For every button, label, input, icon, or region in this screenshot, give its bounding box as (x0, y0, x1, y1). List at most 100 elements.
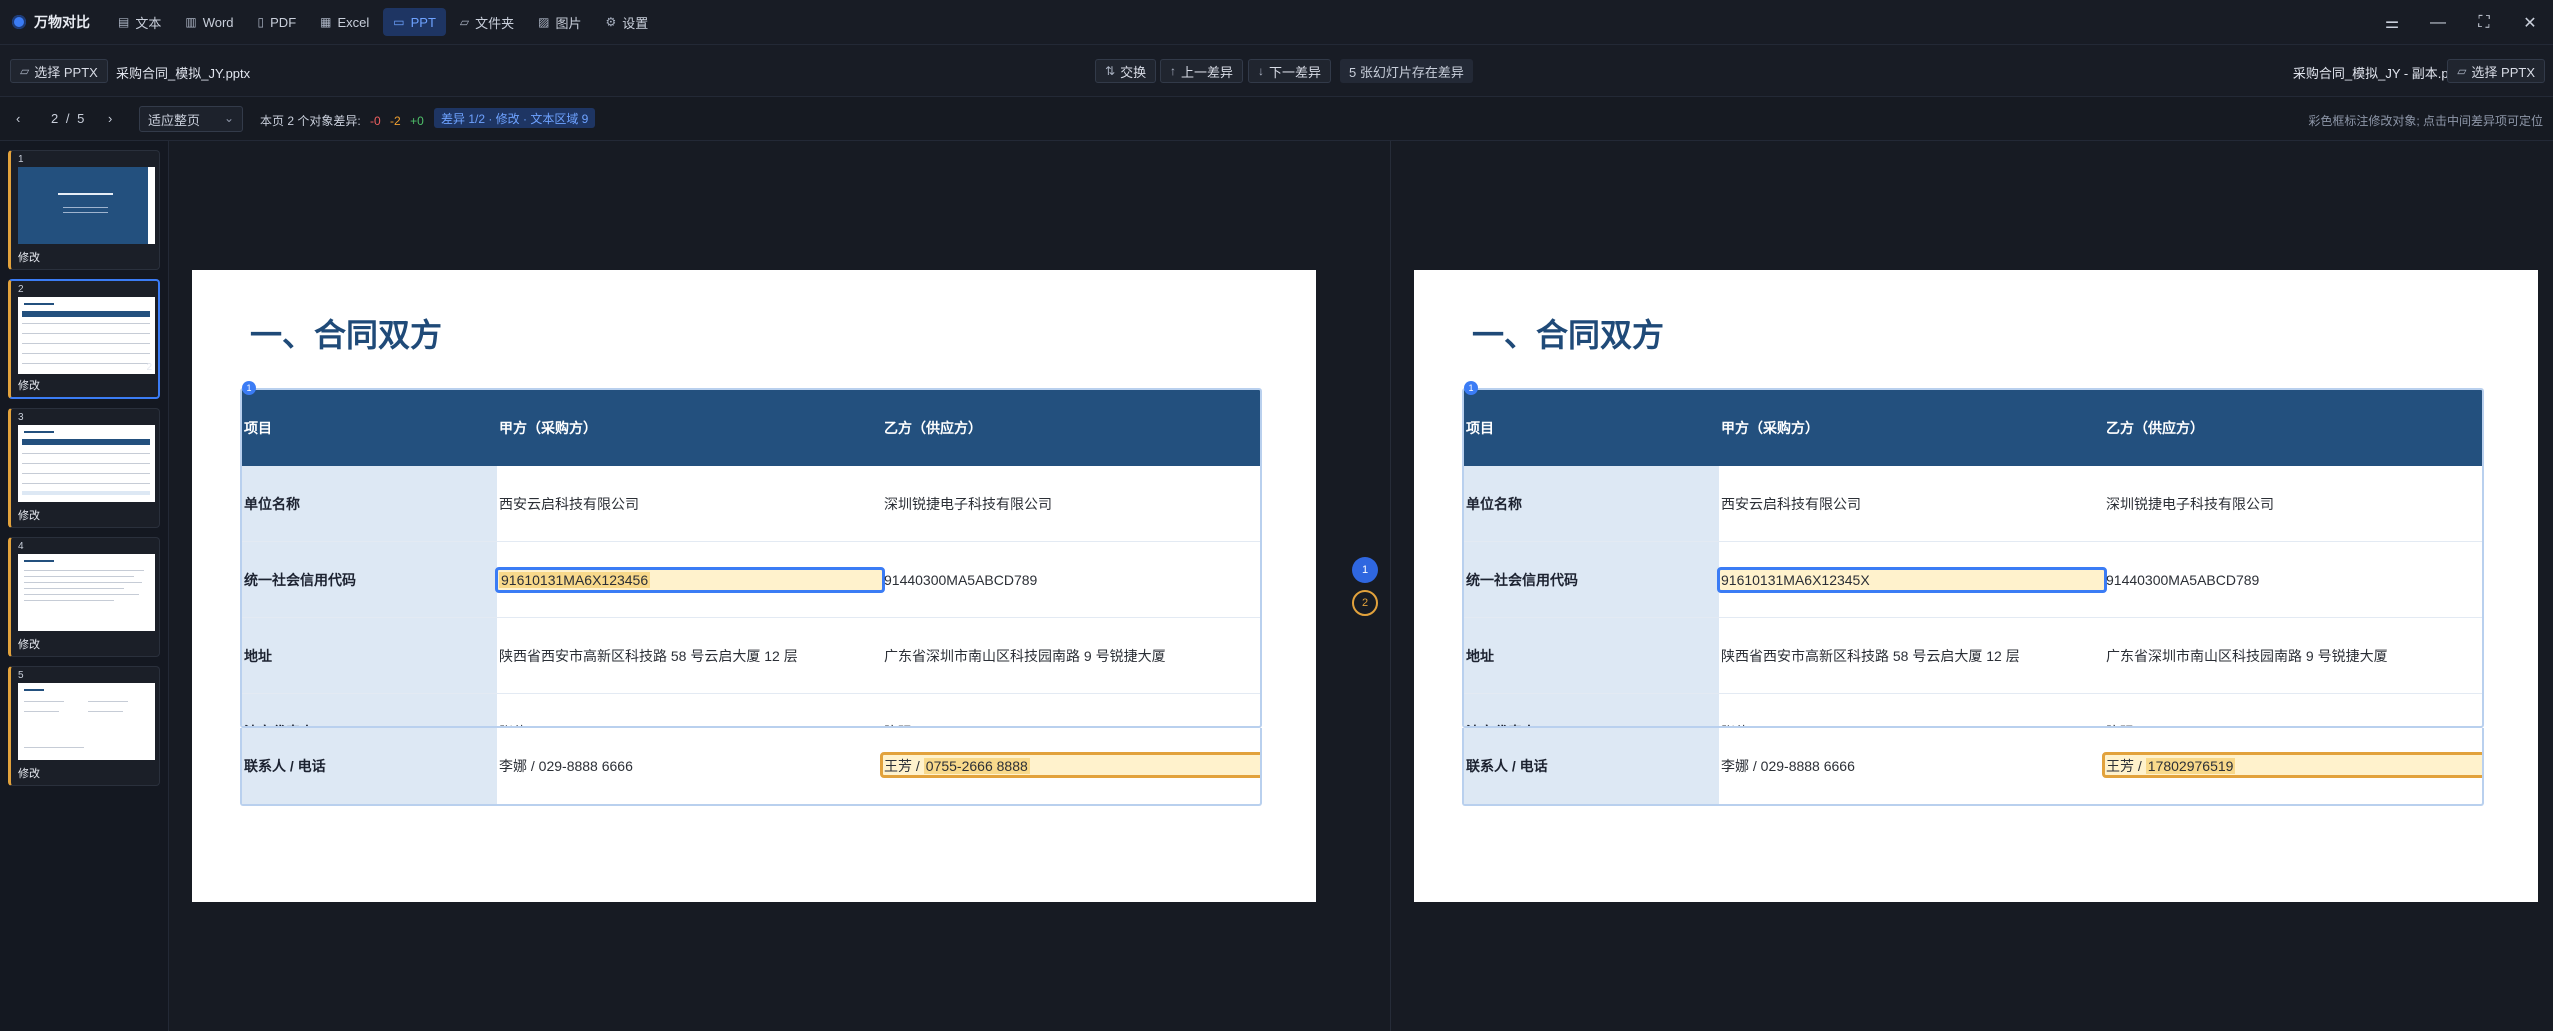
next-diff-label: 下一差异 (1269, 64, 1322, 80)
arrow-down-icon: ↓ (1258, 64, 1264, 78)
page-indicator: 2 / 5 (51, 111, 84, 126)
left-slide: 一、合同双方 1 项目 甲方（采购方） 乙方（供应方） 单位名称 西安云启科技有… (192, 270, 1316, 902)
table-header-cell: 甲方（采购方） (1721, 420, 1819, 436)
changed-text: 91610131MA6X123456 (499, 571, 651, 588)
next-page-icon[interactable]: › (108, 111, 112, 126)
table-cell: 地址 (1464, 618, 1719, 693)
tab-gear[interactable]: ⚙ 设置 (596, 8, 659, 36)
zoom-select[interactable]: 适应整页 ⌄ (139, 106, 243, 132)
minimize-icon[interactable]: — (2415, 14, 2461, 32)
table-row: 联系人 / 电话 李娜 / 029-8888 6666 王芳 / 1780297… (1464, 728, 2482, 804)
object-diff-summary: 本页 2 个对象差异: -0 -2 +0 (260, 112, 424, 129)
tab-label: 文本 (135, 15, 162, 31)
tab-label: 设置 (622, 15, 649, 31)
slides-icon: ▭ (393, 15, 405, 29)
select-right-label: 选择 PPTX (2471, 64, 2535, 80)
modified-cell[interactable]: 91610131MA6X12345X (1717, 542, 2107, 617)
diff-nav-2[interactable]: 2 (1352, 590, 1378, 616)
chevron-down-icon: ⌄ (223, 111, 234, 125)
status-bar: ‹ 2 / 5 › 适应整页 ⌄ 本页 2 个对象差异: -0 -2 +0 差异… (0, 97, 2553, 141)
table-row: 地址 陕西省西安市高新区科技路 58 号云启大厦 12 层 广东省深圳市南山区科… (1464, 618, 2482, 694)
prev-diff-button[interactable]: ↑ 上一差异 (1160, 59, 1244, 83)
table-cell: 张伟 (497, 694, 882, 727)
thumb-preview (18, 425, 155, 502)
tab-pdf[interactable]: ▯ PDF (248, 8, 307, 36)
table-header-cell: 乙方（供应方） (884, 420, 982, 436)
pdf-icon: ▯ (257, 15, 265, 29)
slide-thumbnail-1[interactable]: 1 修改 (8, 150, 160, 270)
diff-nav-1[interactable]: 1 (1352, 557, 1378, 583)
slide-thumbnail-5[interactable]: 5 修改 (8, 666, 160, 786)
cell-prefix: 王芳 / (2106, 758, 2142, 774)
grid-icon: ▦ (320, 15, 332, 29)
slide-thumbnail-3[interactable]: 3 修改 (8, 408, 160, 528)
page-current: 2 (51, 111, 59, 126)
select-right-pptx-button[interactable]: ▱ 选择 PPTX (2447, 59, 2545, 83)
table-row: 统一社会信用代码 91610131MA6X123456 91440300MA5A… (242, 542, 1260, 618)
tab-label: PPT (410, 14, 436, 30)
table-cell: 法定代表人 (1464, 694, 1719, 726)
thumb-preview (18, 554, 155, 631)
thumb-number: 4 (18, 541, 24, 552)
modified-cell[interactable]: 王芳 / 0755-2666 8888 (880, 728, 1260, 804)
modified-cell[interactable]: 91610131MA6X123456 (495, 542, 885, 617)
slide-thumbnail-2[interactable]: 2 2 修改 (8, 279, 160, 399)
tab-slides[interactable]: ▭ PPT (383, 8, 446, 36)
sliders-icon[interactable]: ⚌ (2369, 13, 2415, 33)
tab-image[interactable]: ▨ 图片 (528, 8, 591, 36)
table-cell: 张伟 (1719, 694, 2104, 727)
thumb-number: 3 (18, 412, 24, 423)
table-cell: 陈强 (882, 694, 1260, 727)
book-icon: ▥ (185, 15, 197, 29)
table-row: 单位名称 西安云启科技有限公司 深圳锐捷电子科技有限公司 (1464, 466, 2482, 542)
diff-marker[interactable]: 1 (1464, 381, 1478, 395)
window-controls: ⚌ — ⛶ ✕ (2369, 0, 2553, 45)
tab-book[interactable]: ▥ Word (175, 8, 243, 36)
table-row: 法定代表人 张伟 陈强 (1464, 694, 2482, 727)
thumb-status: 修改 (18, 510, 40, 522)
tab-label: 文件夹 (475, 15, 515, 31)
folder-icon: ▱ (459, 15, 470, 29)
table-header-row: 项目 甲方（采购方） 乙方（供应方） (242, 390, 1260, 466)
next-diff-button[interactable]: ↓ 下一差异 (1248, 59, 1332, 83)
table-row: 单位名称 西安云启科技有限公司 深圳锐捷电子科技有限公司 (242, 466, 1260, 542)
swap-button[interactable]: ⇅ 交换 (1095, 59, 1157, 83)
party-table: 项目 甲方（采购方） 乙方（供应方） 单位名称 西安云启科技有限公司 深圳锐捷电… (240, 388, 1262, 728)
tab-folder[interactable]: ▱ 文件夹 (450, 8, 524, 36)
toolbar: ▱ 选择 PPTX 采购合同_模拟_JY.pptx ⇅ 交换 ↑ 上一差异 ↓ … (0, 45, 2553, 97)
table-row: 统一社会信用代码 91610131MA6X12345X 91440300MA5A… (1464, 542, 2482, 618)
slide-title: 一、合同双方 (250, 316, 443, 354)
table-row: 联系人 / 电话 李娜 / 029-8888 6666 王芳 / 0755-26… (242, 728, 1260, 804)
thumb-status: 修改 (18, 639, 40, 651)
table-cell: 李娜 / 029-8888 6666 (1721, 758, 1855, 774)
table-cell: 法定代表人 (242, 694, 497, 726)
tab-label: PDF (270, 14, 297, 30)
table-row: 法定代表人 张伟 陈强 (242, 694, 1260, 727)
prev-page-icon[interactable]: ‹ (16, 111, 20, 126)
changed-text: 17802976519 (2145, 758, 2236, 774)
tab-document[interactable]: ▤ 文本 (108, 8, 171, 36)
slide-thumbnail-4[interactable]: 4 修改 (8, 537, 160, 657)
zoom-value: 适应整页 (148, 112, 201, 128)
table-cell: 李娜 / 029-8888 6666 (499, 758, 633, 774)
party-table: 项目 甲方（采购方） 乙方（供应方） 单位名称 西安云启科技有限公司 深圳锐捷电… (1462, 388, 2484, 728)
left-file-name: 采购合同_模拟_JY.pptx (116, 66, 251, 81)
table-header-cell: 项目 (1466, 420, 1494, 436)
right-slide: 一、合同双方 1 项目 甲方（采购方） 乙方（供应方） 单位名称 西安云启科技有… (1414, 270, 2538, 902)
diff-marker[interactable]: 1 (242, 381, 256, 395)
current-diff-pill[interactable]: 差异 1/2 · 修改 · 文本区域 9 (434, 108, 596, 128)
thumb-status: 修改 (18, 768, 40, 780)
table-cell: 陕西省西安市高新区科技路 58 号云启大厦 12 层 (499, 647, 798, 664)
close-icon[interactable]: ✕ (2507, 13, 2553, 33)
table-cell: 91440300MA5ABCD789 (884, 571, 1038, 588)
table-cell: 地址 (242, 618, 497, 693)
table-cell: 西安云启科技有限公司 (499, 495, 639, 512)
maximize-icon[interactable]: ⛶ (2461, 14, 2507, 32)
tab-label: 图片 (555, 15, 582, 31)
tab-label: Excel (337, 14, 370, 30)
table-header-row: 项目 甲方（采购方） 乙方（供应方） (1464, 390, 2482, 466)
tab-grid[interactable]: ▦ Excel (310, 8, 379, 36)
select-left-pptx-button[interactable]: ▱ 选择 PPTX (10, 59, 108, 83)
table-row: 地址 陕西省西安市高新区科技路 58 号云启大厦 12 层 广东省深圳市南山区科… (242, 618, 1260, 694)
modified-cell[interactable]: 王芳 / 17802976519 (2102, 728, 2482, 804)
